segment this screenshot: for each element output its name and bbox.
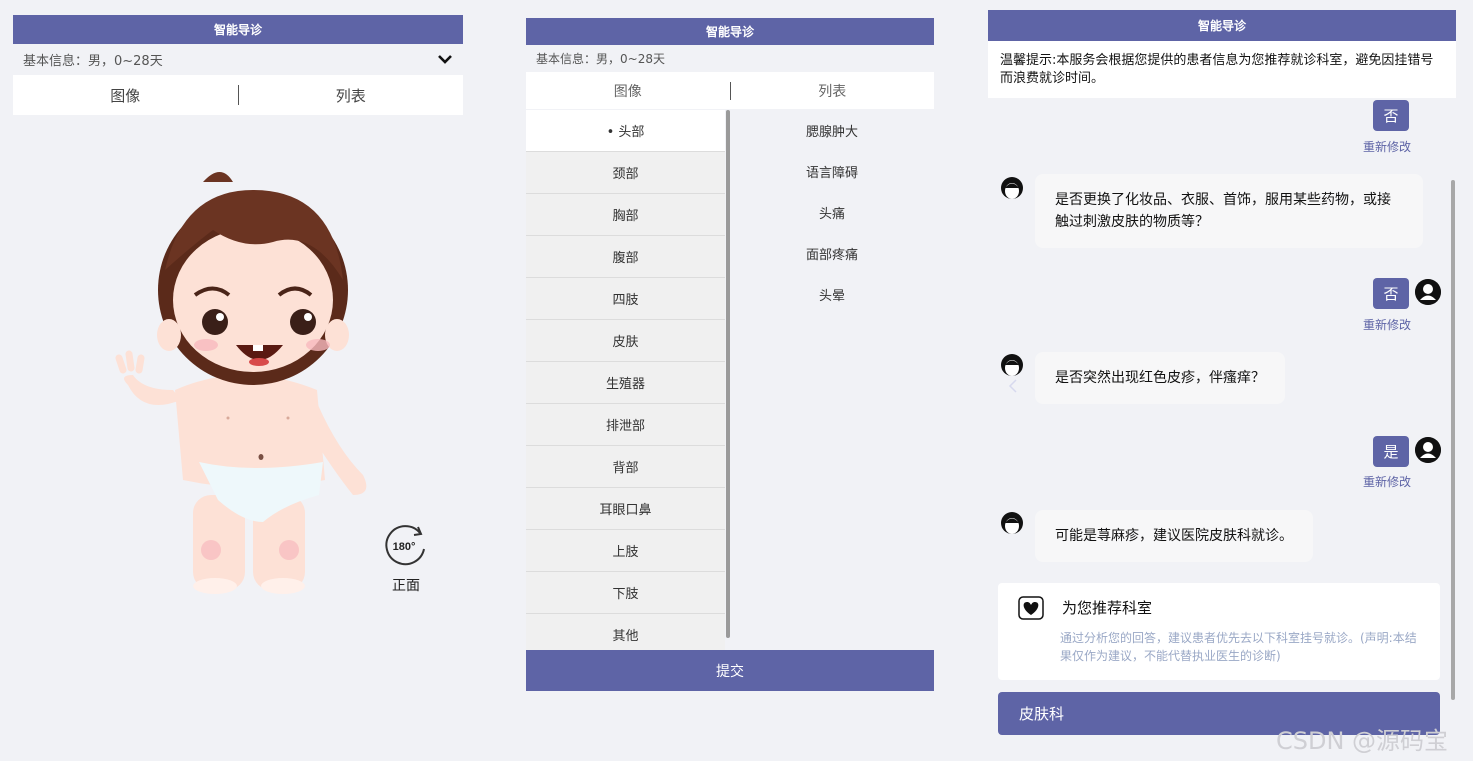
redo-link[interactable]: 重新修改 [1363, 473, 1411, 490]
basic-info-text: 基本信息：男，0~28天 [536, 52, 665, 66]
panel-body-list: 智能导诊 基本信息：男，0~28天 图像 列表 • 头部 颈部 胸部 腹部 四肢… [526, 18, 934, 691]
watermark: CSDN @源码宝 [1276, 727, 1449, 755]
rotate-icon: 180° [385, 525, 425, 566]
body-part-list: • 头部 颈部 胸部 腹部 四肢 皮肤 生殖器 排泄部 背部 耳眼口鼻 上肢 下… [526, 110, 725, 655]
body-part-item[interactable]: 背部 [526, 446, 725, 488]
basic-info-bar[interactable]: 基本信息：男，0~28天 [526, 45, 934, 72]
redo-link[interactable]: 重新修改 [1363, 316, 1411, 333]
symptom-item[interactable]: 语言障碍 [730, 151, 934, 192]
body-part-item[interactable]: 其他 [526, 614, 725, 655]
tab-list[interactable]: 列表 [731, 81, 935, 101]
header-title: 智能导诊 [705, 25, 754, 39]
answer-bubble: 是 [1373, 436, 1409, 467]
header-bar: 智能导诊 [526, 18, 934, 362]
tab-image[interactable]: 图像 [13, 85, 238, 106]
body-part-item[interactable]: 排泄部 [526, 404, 725, 446]
doctor-avatar-icon [1001, 512, 1023, 534]
recommend-title: 为您推荐科室 [1062, 599, 1153, 617]
chevron-down-icon[interactable] [437, 53, 453, 65]
tab-image[interactable]: 图像 [526, 81, 730, 101]
view-side-label: 正面 [392, 578, 420, 594]
submit-button[interactable]: 提交 [526, 650, 934, 691]
body-part-item[interactable]: 胸部 [526, 194, 725, 236]
body-part-item[interactable]: 皮肤 [526, 320, 725, 362]
body-part-item[interactable]: 生殖器 [526, 362, 725, 404]
heart-icon [1018, 596, 1044, 620]
symptom-list: 腮腺肿大 语言障碍 头痛 面部疼痛 头晕 [730, 110, 934, 315]
answer-bubble: 否 [1373, 100, 1409, 131]
redo-link[interactable]: 重新修改 [1363, 138, 1411, 155]
body-part-item[interactable]: 腹部 [526, 236, 725, 278]
header-bar: 智能导诊 [988, 10, 1456, 393]
baby-body-illustration[interactable] [103, 150, 383, 610]
question-bubble: 是否突然出现红色皮疹，伴瘙痒？ [1035, 352, 1285, 404]
doctor-avatar-icon [1001, 177, 1023, 199]
rotate-badge: 180° [393, 541, 416, 553]
rotate-view-button[interactable]: 180° 正面 [382, 523, 430, 603]
symptom-item[interactable]: 面部疼痛 [730, 233, 934, 274]
user-avatar-icon [1415, 279, 1441, 305]
chat-scrollbar[interactable] [1451, 180, 1455, 700]
symptom-item[interactable]: 头晕 [730, 274, 934, 315]
view-tabs: 图像 列表 [526, 72, 934, 109]
body-part-item[interactable]: 耳眼口鼻 [526, 488, 725, 530]
body-part-item[interactable]: 四肢 [526, 278, 725, 320]
recommend-desc: 通过分析您的回答，建议患者优先去以下科室挂号就诊。(声明:本结果仅作为建议，不能… [1060, 631, 1417, 663]
body-part-item[interactable]: 颈部 [526, 152, 725, 194]
user-avatar-icon [1415, 437, 1441, 463]
basic-info-text: 基本信息：男，0~28天 [23, 54, 163, 69]
back-icon[interactable] [1008, 378, 1018, 393]
answer-bubble: 否 [1373, 278, 1409, 309]
tab-list[interactable]: 列表 [239, 85, 464, 106]
tip-text: 温馨提示:本服务会根据您提供的患者信息为您推荐就诊科室，避免因挂错号而浪费就诊时… [988, 41, 1456, 98]
recommend-card: 为您推荐科室 通过分析您的回答，建议患者优先去以下科室挂号就诊。(声明:本结果仅… [998, 583, 1440, 680]
body-part-item[interactable]: 下肢 [526, 572, 725, 614]
body-part-item[interactable]: 上肢 [526, 530, 725, 572]
basic-info-bar[interactable]: 基本信息：男，0~28天 [13, 44, 463, 75]
symptom-item[interactable]: 腮腺肿大 [730, 110, 934, 151]
header-title: 智能导诊 [213, 23, 262, 37]
header-title: 智能导诊 [1197, 19, 1246, 33]
panel-body-image: 智能导诊 基本信息：男，0~28天 图像 列表 180° 正面 [13, 15, 463, 615]
body-part-item[interactable]: • 头部 [526, 110, 725, 152]
left-arm[interactable] [124, 375, 181, 405]
view-tabs: 图像 列表 [13, 75, 463, 115]
symptom-item[interactable]: 头痛 [730, 192, 934, 233]
panel-chat: 智能导诊 温馨提示:本服务会根据您提供的患者信息为您推荐就诊科室，避免因挂错号而… [988, 10, 1456, 761]
header-bar: 智能导诊 [13, 15, 463, 44]
diagnosis-bubble: 可能是荨麻疹，建议医院皮肤科就诊。 [1035, 510, 1313, 562]
doctor-avatar-icon [1001, 354, 1023, 376]
question-bubble: 是否更换了化妆品、衣服、首饰，服用某些药物，或接触过刺激皮肤的物质等？ [1035, 174, 1423, 248]
